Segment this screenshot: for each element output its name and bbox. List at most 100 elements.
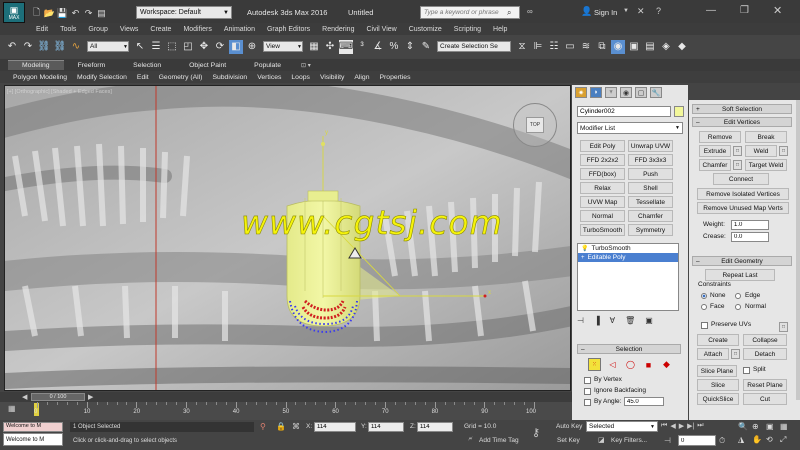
x-coordinate[interactable] [314, 422, 356, 432]
percent-snap-icon[interactable]: % [387, 40, 401, 54]
bind-space-warp-icon[interactable]: ∿ [69, 40, 83, 54]
select-rotate-icon[interactable]: ⟳ [213, 40, 227, 54]
menu-help[interactable]: Help [487, 26, 513, 33]
ribbon-panel-align[interactable]: Align [349, 74, 374, 81]
modifier-button-relax[interactable]: Relax [580, 182, 625, 194]
new-file-icon[interactable]: 🗋 [30, 5, 43, 21]
expand-plus-icon[interactable]: + [581, 255, 585, 261]
scroll-left-icon[interactable]: ◀ [22, 393, 27, 401]
schematic-view-icon[interactable]: ⧉ [595, 40, 609, 54]
ribbon-panel-modify-selection[interactable]: Modify Selection [72, 74, 132, 81]
menu-rendering[interactable]: Rendering [316, 26, 360, 33]
ribbon-panel-edit[interactable]: Edit [132, 74, 154, 81]
toggle-ribbon-icon[interactable]: ▭ [563, 40, 577, 54]
set-key-button[interactable]: Set Key [557, 437, 580, 444]
menu-tools[interactable]: Tools [54, 26, 82, 33]
goto-end-icon[interactable]: ⏭ [697, 422, 703, 430]
menu-create[interactable]: Create [144, 26, 177, 33]
align-icon[interactable]: ⊫ [531, 40, 545, 54]
auto-key-button[interactable]: Auto Key [556, 423, 582, 430]
remove-isolated-vertices-button[interactable]: Remove Isolated Vertices [697, 188, 789, 200]
repeat-last-button[interactable]: Repeat Last [705, 269, 775, 281]
isolate-selection-icon[interactable]: ⚲ [260, 422, 266, 431]
motion-tab-icon[interactable]: ◉ [620, 87, 632, 98]
keyboard-shortcut-override-icon[interactable]: ⌨ [339, 39, 353, 54]
utilities-tab-icon[interactable]: 🔧 [650, 87, 662, 98]
remove-unused-map-verts-button[interactable]: Remove Unused Map Verts [697, 202, 789, 214]
chamfer-button[interactable]: Chamfer [699, 159, 731, 171]
modifier-button-unwrap-uvw[interactable]: Unwrap UVW [628, 140, 673, 152]
edit-geometry-rollout[interactable]: – Edit Geometry [692, 256, 792, 266]
slice-plane-button[interactable]: Slice Plane [697, 365, 737, 377]
modifier-button-uvw-map[interactable]: UVW Map [580, 196, 625, 208]
layer-manager-icon[interactable]: ☷ [547, 40, 561, 54]
select-by-name-icon[interactable]: ☰ [149, 40, 163, 54]
goto-start-icon[interactable]: ⏮ [661, 422, 667, 430]
current-frame-field[interactable] [678, 435, 716, 446]
crease-spinner[interactable] [731, 232, 769, 242]
menu-modifiers[interactable]: Modifiers [177, 26, 217, 33]
weld-button[interactable]: Weld [745, 145, 777, 157]
restore-icon[interactable]: ❐ [740, 5, 749, 16]
pan-icon[interactable]: ✋ [752, 435, 766, 448]
chevron-down-icon[interactable]: ▼ [623, 8, 629, 14]
select-move-icon[interactable]: ✥ [197, 40, 211, 54]
modify-tab-icon[interactable]: ◗ [590, 87, 602, 98]
modifier-stack-item-editable-poly[interactable]: + Editable Poly [578, 253, 678, 262]
workspace-dropdown[interactable]: Workspace: Default ▼ [136, 6, 232, 19]
minimize-icon[interactable]: — [706, 5, 716, 16]
viewport-label[interactable]: [+] [Orthographic] [Shaded + Edged Faces… [7, 89, 112, 95]
constraint-face-radio[interactable] [701, 304, 707, 310]
modifier-button-shell[interactable]: Shell [628, 182, 673, 194]
edit-vertices-rollout[interactable]: – Edit Vertices [692, 117, 792, 127]
pin-stack-icon[interactable]: ⊣ [577, 316, 584, 325]
weight-spinner[interactable] [731, 220, 769, 230]
extrude-button[interactable]: Extrude [699, 145, 731, 157]
z-coordinate[interactable] [417, 422, 453, 432]
ribbon-panel-subdivision[interactable]: Subdivision [207, 74, 252, 81]
chamfer-settings-icon[interactable]: □ [733, 160, 742, 170]
object-color-swatch[interactable] [674, 106, 684, 117]
element-mode-icon[interactable]: ◆ [660, 358, 673, 371]
menu-views[interactable]: Views [114, 26, 145, 33]
panel-scrollbar[interactable] [796, 100, 800, 400]
extrude-settings-icon[interactable]: □ [733, 146, 742, 156]
ribbon-tab-freeform[interactable]: Freeform [64, 61, 120, 70]
menu-animation[interactable]: Animation [218, 26, 261, 33]
orbit-icon[interactable]: ⟲ [766, 435, 780, 448]
modifier-button-push[interactable]: Push [628, 168, 673, 180]
render-setup-icon[interactable]: ▣ [627, 40, 641, 54]
spinner-snap-icon[interactable]: ⇕ [403, 40, 417, 54]
collapse-button[interactable]: Collapse [743, 334, 787, 346]
lightbulb-icon[interactable]: 💡 [581, 245, 588, 252]
ribbon-panel-properties[interactable]: Properties [375, 74, 416, 81]
select-object-icon[interactable]: ↖ [133, 40, 147, 54]
zoom-icon[interactable]: 🔍 [738, 422, 752, 435]
exchange-store-icon[interactable]: ✕ [637, 6, 645, 17]
render-production-icon[interactable]: ◈ [659, 40, 673, 54]
render-iterative-icon[interactable]: ◆ [675, 40, 689, 54]
border-mode-icon[interactable]: ◯ [624, 358, 637, 371]
display-tab-icon[interactable]: ▢ [635, 87, 647, 98]
ribbon-tab-object-paint[interactable]: Object Paint [175, 61, 240, 70]
key-filters-button[interactable]: Key Filters... [611, 437, 647, 444]
show-end-result-icon[interactable]: ▐ [594, 316, 600, 325]
zoom-extents-icon[interactable]: ▣ [766, 422, 780, 435]
modifier-button-edit-poly[interactable]: Edit Poly [580, 140, 625, 152]
field-of-view-icon[interactable]: ◮ [738, 435, 752, 448]
manipulate-icon[interactable]: ✣ [323, 40, 337, 54]
by-angle-checkbox[interactable] [584, 399, 591, 406]
select-scale-icon[interactable]: ◧ [229, 39, 243, 54]
material-editor-icon[interactable]: ◉ [611, 39, 625, 54]
selection-lock-icon[interactable]: 🔒 [276, 422, 286, 431]
modifier-stack-item-turbosmooth[interactable]: 💡 TurboSmooth [578, 244, 678, 253]
polygon-mode-icon[interactable]: ■ [642, 358, 655, 371]
snaps-toggle-icon[interactable]: ³ [355, 40, 369, 54]
play-icon[interactable]: ▶ [679, 422, 684, 430]
key-mode-dropdown[interactable]: Selected ▼ [586, 421, 658, 432]
object-name-field[interactable] [577, 106, 671, 117]
preserve-uvs-checkbox[interactable] [701, 322, 708, 329]
save-file-icon[interactable]: 💾 [56, 5, 69, 21]
project-folder-icon[interactable]: ▤ [95, 5, 108, 21]
menu-civil-view[interactable]: Civil View [360, 26, 402, 33]
